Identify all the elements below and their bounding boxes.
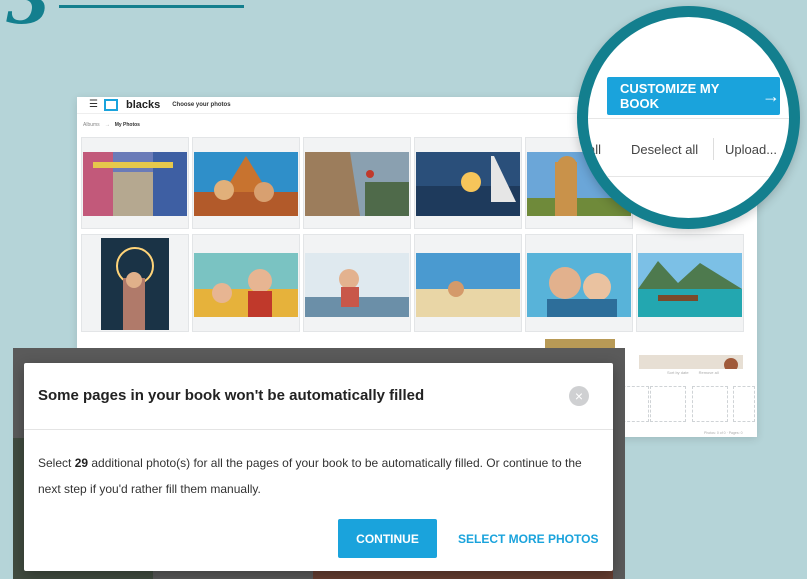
brand-name: blacks — [125, 99, 161, 111]
photo-sailboat-sunset — [416, 152, 520, 216]
blacks-logo-icon — [103, 99, 118, 111]
photo-tile[interactable] — [81, 137, 189, 229]
breadcrumb-arrow-icon: → — [104, 122, 110, 128]
photo-rock-climber — [305, 152, 409, 216]
app-footer-note: Photos: 0 of 0 · Pages: 0 — [704, 431, 743, 435]
customize-my-book-button[interactable]: CUSTOMIZE MY BOOK → — [607, 77, 780, 115]
toolbar-separator — [713, 138, 714, 160]
photo-tile[interactable] — [81, 234, 189, 332]
photo-tile[interactable] — [414, 137, 522, 229]
upload-link[interactable]: Upload... — [725, 142, 777, 157]
select-all-link[interactable]: all — [588, 142, 601, 157]
deselect-all-link[interactable]: Deselect all — [631, 142, 698, 157]
message-suffix: additional photo(s) for all the pages of… — [38, 456, 582, 496]
photo-tile[interactable] — [192, 234, 300, 332]
message-prefix: Select — [38, 456, 75, 470]
continue-button[interactable]: CONTINUE — [338, 519, 437, 558]
photo-longtail-boats — [638, 253, 742, 317]
photo-tile[interactable] — [525, 234, 633, 332]
magnifier-divider — [588, 118, 789, 119]
photo-family-carousel — [194, 253, 298, 317]
fill-warning-modal: Some pages in your book won't be automat… — [24, 363, 613, 571]
close-icon[interactable]: × — [569, 386, 589, 406]
modal-title: Some pages in your book won't be automat… — [38, 387, 425, 404]
photo-partial-portrait — [639, 355, 743, 369]
photo-ferris-wheel-night — [101, 238, 169, 330]
magnifier-divider — [588, 176, 789, 177]
sort-by-date-button[interactable]: Sort by date — [667, 370, 689, 375]
breadcrumb: Albums → My Photos — [83, 122, 140, 128]
arrow-right-icon: → — [762, 86, 780, 106]
hamburger-menu-icon[interactable]: ☰ — [89, 100, 98, 110]
page-title: Choose your photos — [172, 102, 231, 108]
page-slot[interactable] — [650, 386, 686, 422]
photo-tile[interactable] — [414, 234, 522, 332]
photo-tile[interactable] — [303, 234, 411, 332]
photo-temple-family — [194, 152, 298, 216]
modal-message: Select 29 additional photo(s) for all th… — [38, 451, 598, 503]
photo-father-son-kiss — [527, 253, 631, 317]
photo-count: 29 — [74, 456, 89, 470]
magnifier-callout: CUSTOMIZE MY BOOK → all Deselect all Upl… — [577, 6, 800, 229]
modal-divider — [24, 429, 613, 430]
page-slot[interactable] — [692, 386, 728, 422]
step-number: 3 — [6, 0, 51, 39]
breadcrumb-current: My Photos — [114, 122, 140, 128]
photo-tile[interactable] — [636, 234, 744, 332]
photo-swing-ride — [305, 253, 409, 317]
remove-all-button[interactable]: Remove all — [699, 370, 719, 375]
photo-tile[interactable] — [192, 137, 300, 229]
bottom-toolbar: Sort by date Remove all — [667, 370, 719, 375]
customize-label: CUSTOMIZE MY BOOK — [620, 81, 720, 111]
photo-beach-child — [416, 253, 520, 317]
select-more-photos-button[interactable]: SELECT MORE PHOTOS — [458, 519, 598, 558]
page-slot[interactable] — [733, 386, 755, 422]
breadcrumb-albums[interactable]: Albums — [83, 122, 100, 128]
photo-colorful-street — [83, 152, 187, 216]
photo-tile[interactable] — [303, 137, 411, 229]
step-underline — [59, 5, 244, 8]
